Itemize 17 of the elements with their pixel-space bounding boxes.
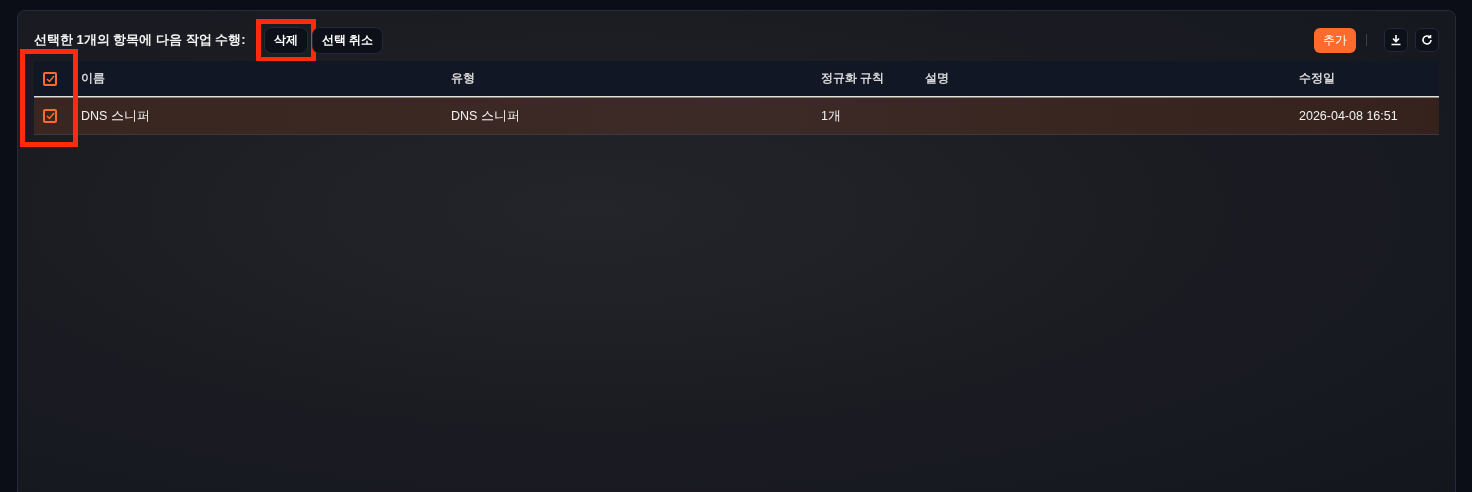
table-cell-text: DNS 스니퍼 [81, 107, 151, 125]
table-cell-text: 1개 [821, 107, 842, 125]
table-row[interactable]: DNS 스니퍼 DNS 스니퍼 1개 2026-04-08 16:51 [34, 97, 1439, 135]
table-cell-text: 2026-04-08 16:51 [1299, 109, 1399, 123]
column-header: 정규화 규칙 [821, 70, 886, 87]
action-button[interactable]: 선택 취소 [311, 26, 383, 54]
download-icon[interactable] [1384, 28, 1408, 52]
column-header: 이름 [81, 70, 106, 87]
refresh-icon[interactable] [1415, 28, 1439, 52]
checkbox[interactable] [43, 71, 57, 86]
selection-message: 선택한 1개의 항목에 다음 작업 수행: [34, 31, 246, 49]
column-header: 설명 [925, 70, 950, 87]
checkbox[interactable] [43, 109, 57, 123]
column-header: 유형 [451, 70, 476, 87]
column-header: 수정일 [1299, 70, 1336, 87]
table-cell-text: DNS 스니퍼 [451, 107, 521, 125]
action-button[interactable]: 삭제 [263, 26, 308, 54]
